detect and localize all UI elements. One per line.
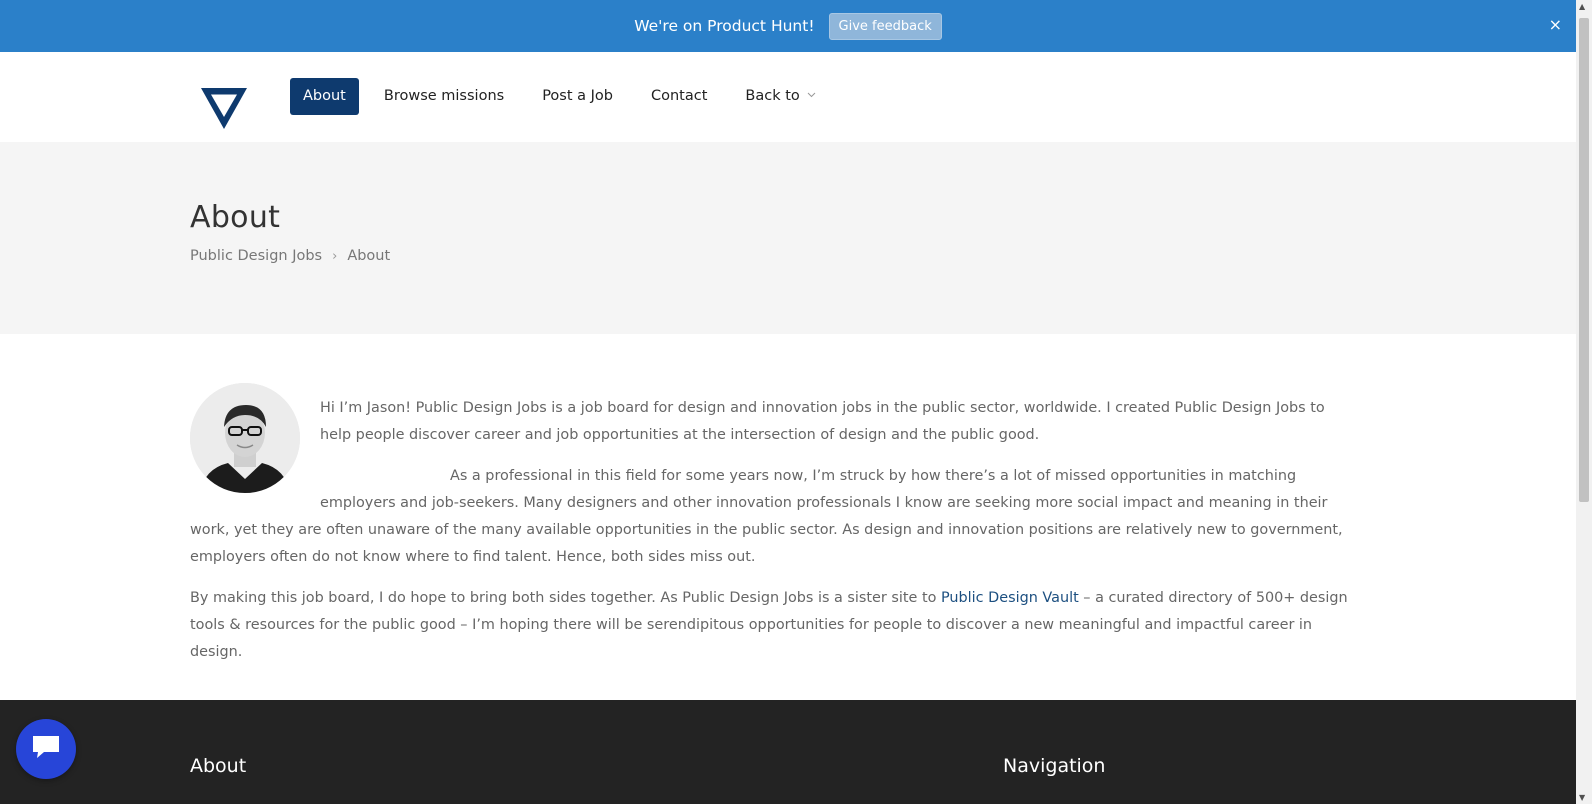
site-footer: About Navigation <box>0 700 1576 804</box>
main-nav: About Browse missions Post a Job Contact… <box>290 78 841 115</box>
scroll-down-icon[interactable]: ▼ <box>1579 793 1585 802</box>
nav-browse-missions[interactable]: Browse missions <box>371 78 517 115</box>
scroll-thumb[interactable] <box>1579 18 1589 502</box>
body-paragraph-3: By making this job board, I do hope to b… <box>190 585 1360 666</box>
promo-banner: We're on Product Hunt! Give feedback × <box>0 0 1576 52</box>
body-paragraph-2: As a professional in this field for some… <box>190 468 1343 565</box>
breadcrumb-separator-icon: › <box>332 248 338 264</box>
nav-about[interactable]: About <box>290 78 359 115</box>
avatar <box>190 383 300 493</box>
site-header: About Browse missions Post a Job Contact… <box>0 52 1576 142</box>
nav-post-a-job[interactable]: Post a Job <box>529 78 626 115</box>
footer-about-heading: About <box>190 755 247 777</box>
nav-back-to-label: Back to <box>745 88 800 104</box>
nav-contact[interactable]: Contact <box>638 78 720 115</box>
breadcrumb: Public Design Jobs › About <box>190 248 390 264</box>
footer-navigation-heading: Navigation <box>1003 755 1106 777</box>
page-title: About <box>190 200 281 235</box>
chat-button[interactable] <box>16 719 76 779</box>
public-design-vault-link[interactable]: Public Design Vault <box>941 590 1079 606</box>
promo-text: We're on Product Hunt! <box>634 17 815 35</box>
scroll-up-icon[interactable]: ▲ <box>1579 2 1585 11</box>
chat-bubble-icon <box>31 733 61 765</box>
breadcrumb-current: About <box>347 248 391 264</box>
about-content: Hi I’m Jason! Public Design Jobs is a jo… <box>190 383 1360 680</box>
page-hero: About Public Design Jobs › About <box>0 142 1576 334</box>
close-icon[interactable]: × <box>1549 15 1562 35</box>
logo-icon[interactable] <box>200 86 248 130</box>
intro-paragraph: Hi I’m Jason! Public Design Jobs is a jo… <box>320 400 1325 443</box>
give-feedback-button[interactable]: Give feedback <box>828 12 942 40</box>
p3-text-before: By making this job board, I do hope to b… <box>190 590 941 606</box>
chevron-down-icon <box>807 88 816 105</box>
page-scrollbar[interactable]: ▲ ▼ <box>1576 0 1592 804</box>
breadcrumb-home-link[interactable]: Public Design Jobs <box>190 248 322 264</box>
nav-back-to[interactable]: Back to <box>732 78 828 115</box>
